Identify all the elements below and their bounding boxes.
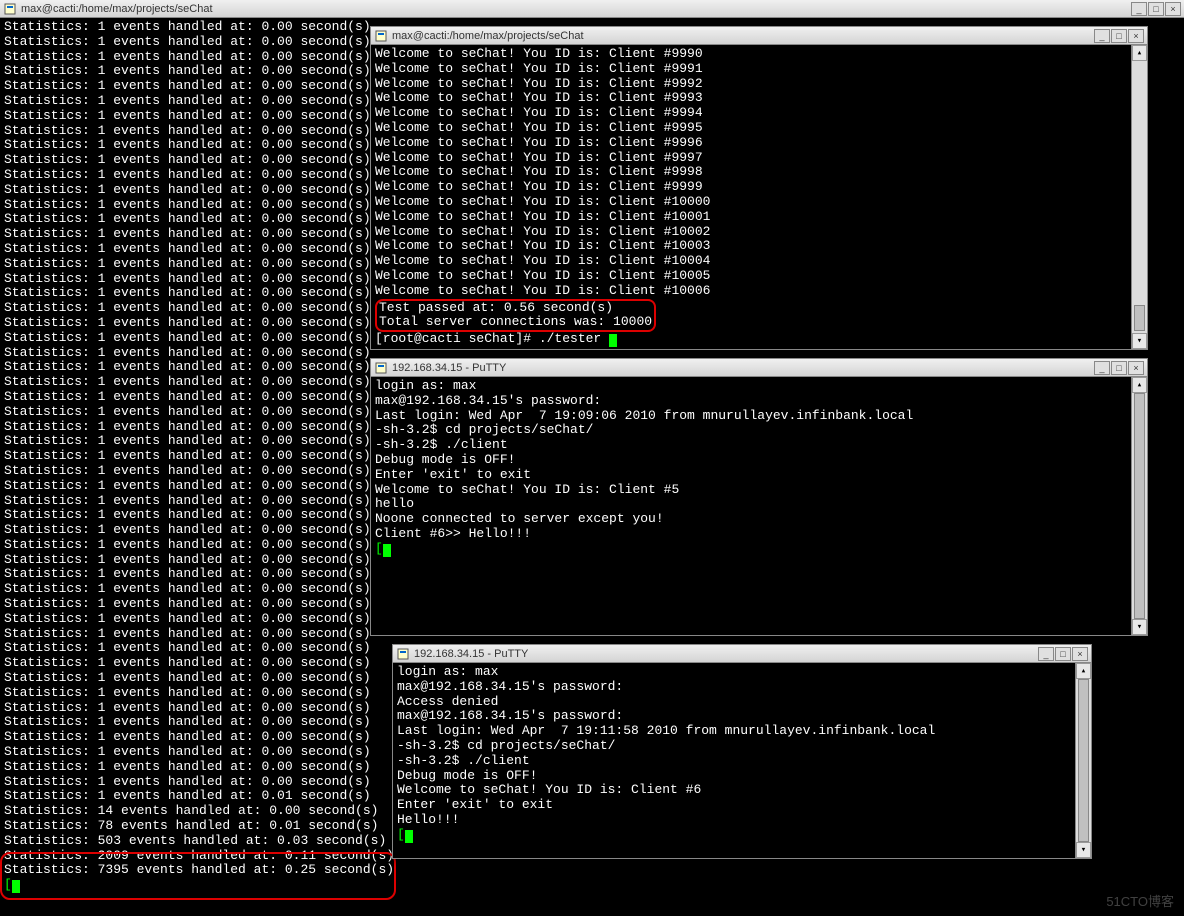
putty-icon [396, 647, 410, 661]
scroll-down-button[interactable]: ▾ [1076, 842, 1091, 858]
minimize-button[interactable]: _ [1094, 361, 1110, 375]
client5-window[interactable]: 192.168.34.15 - PuTTY _ □ × login as: ma… [370, 358, 1148, 636]
minimize-button[interactable]: _ [1094, 29, 1110, 43]
minimize-button[interactable]: _ [1038, 647, 1054, 661]
scroll-thumb[interactable] [1078, 679, 1089, 842]
maximize-button[interactable]: □ [1111, 29, 1127, 43]
putty-icon [374, 29, 388, 43]
scroll-up-button[interactable]: ▴ [1132, 45, 1147, 61]
scroll-up-button[interactable]: ▴ [1132, 377, 1147, 393]
tester-title: max@cacti:/home/max/projects/seChat [392, 30, 1094, 42]
client6-title: 192.168.34.15 - PuTTY [414, 648, 1038, 660]
scroll-down-button[interactable]: ▾ [1132, 333, 1147, 349]
client5-titlebar[interactable]: 192.168.34.15 - PuTTY _ □ × [371, 359, 1147, 377]
main-titlebar[interactable]: max@cacti:/home/max/projects/seChat _ □ … [0, 0, 1184, 18]
scroll-thumb[interactable] [1134, 305, 1145, 331]
close-button[interactable]: × [1072, 647, 1088, 661]
tester-terminal-output[interactable]: Welcome to seChat! You ID is: Client #99… [371, 45, 1131, 349]
minimize-button[interactable]: _ [1131, 2, 1147, 16]
scroll-thumb[interactable] [1134, 393, 1145, 619]
close-button[interactable]: × [1165, 2, 1181, 16]
watermark: 51CTO博客 [1106, 891, 1174, 910]
tester-titlebar[interactable]: max@cacti:/home/max/projects/seChat _ □ … [371, 27, 1147, 45]
maximize-button[interactable]: □ [1055, 647, 1071, 661]
maximize-button[interactable]: □ [1111, 361, 1127, 375]
scroll-up-button[interactable]: ▴ [1076, 663, 1091, 679]
client5-title: 192.168.34.15 - PuTTY [392, 362, 1094, 374]
scroll-down-button[interactable]: ▾ [1132, 619, 1147, 635]
close-button[interactable]: × [1128, 29, 1144, 43]
scrollbar[interactable]: ▴ ▾ [1075, 663, 1091, 858]
putty-icon [374, 361, 388, 375]
client6-window[interactable]: 192.168.34.15 - PuTTY _ □ × login as: ma… [392, 644, 1092, 859]
tester-window[interactable]: max@cacti:/home/max/projects/seChat _ □ … [370, 26, 1148, 350]
client6-titlebar[interactable]: 192.168.34.15 - PuTTY _ □ × [393, 645, 1091, 663]
client5-terminal-output[interactable]: login as: max max@192.168.34.15's passwo… [371, 377, 1131, 635]
putty-icon [3, 2, 17, 16]
close-button[interactable]: × [1128, 361, 1144, 375]
main-title: max@cacti:/home/max/projects/seChat [21, 3, 1131, 15]
maximize-button[interactable]: □ [1148, 2, 1164, 16]
client6-terminal-output[interactable]: login as: max max@192.168.34.15's passwo… [393, 663, 1075, 858]
scrollbar[interactable]: ▴ ▾ [1131, 377, 1147, 635]
scrollbar[interactable]: ▴ ▾ [1131, 45, 1147, 349]
